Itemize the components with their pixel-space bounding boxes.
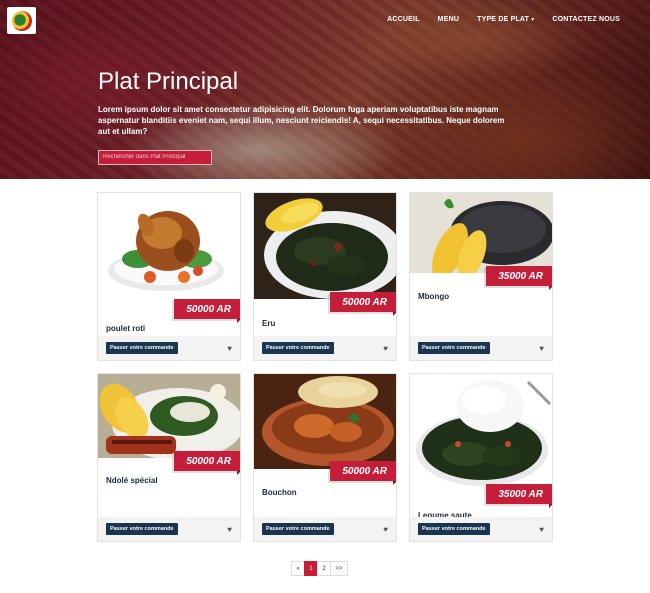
order-button[interactable]: Passer votre commande: [262, 523, 334, 535]
dish-image-eru: [254, 193, 396, 299]
card-footer: Passer votre commande ♥: [254, 336, 396, 360]
price-tag: 50000 AR: [174, 299, 240, 323]
page-title: Plat Principal: [98, 68, 239, 95]
dish-card: 35000 AR Legume saute Passer votre comma…: [409, 373, 553, 542]
dish-card: 50000 AR Eru Passer votre commande ♥: [253, 192, 397, 361]
card-footer: Passer votre commande ♥: [254, 517, 396, 541]
pagination-page-1[interactable]: 1: [304, 561, 318, 576]
hero-description: Lorem ipsum dolor sit amet consectetur a…: [98, 105, 505, 136]
order-button[interactable]: Passer votre commande: [262, 342, 334, 354]
dish-name: Bouchon: [262, 488, 297, 497]
dish-image-legume-saute: [410, 374, 552, 492]
card-footer: Passer votre commande ♥: [98, 517, 240, 541]
pagination-page-2[interactable]: 2: [317, 561, 331, 576]
price-tag: 35000 AR: [486, 266, 552, 290]
dish-image-poulet-roti: [98, 193, 240, 305]
dish-card: 35000 AR Mbongo Passer votre commande ♥: [409, 192, 553, 361]
heart-icon[interactable]: ♥: [383, 344, 388, 353]
heart-icon[interactable]: ♥: [227, 525, 232, 534]
dish-grid: 50000 AR poulet roti Passer votre comman…: [97, 192, 554, 542]
dish-card: 50000 AR poulet roti Passer votre comman…: [97, 192, 241, 361]
nav-menu[interactable]: MENU: [438, 16, 459, 23]
pagination-prev[interactable]: «: [291, 561, 305, 576]
hero-banner: ACCUEIL MENU TYPE DE PLAT ▾ CONTACTEZ NOU…: [0, 0, 650, 179]
nav-contact[interactable]: CONTACTEZ NOUS: [552, 16, 620, 23]
price-tag: 50000 AR: [330, 461, 396, 485]
dish-image-mbongo: [410, 193, 552, 273]
pagination: « 1 2 >>: [291, 561, 348, 576]
dish-card: 50000 AR Ndolé spécial Passer votre comm…: [97, 373, 241, 542]
caret-down-icon: ▾: [531, 17, 535, 23]
africa-globe-icon: [11, 10, 32, 31]
dish-name: Eru: [262, 319, 276, 328]
price-tag: 50000 AR: [174, 451, 240, 475]
dish-name: Mbongo: [418, 292, 450, 301]
pagination-next[interactable]: >>: [330, 561, 348, 576]
dish-image-bouchon: [254, 374, 396, 469]
dish-name: Ndolé spécial: [106, 476, 158, 485]
site-logo[interactable]: [7, 7, 36, 34]
hero-content: Plat Principal Lorem ipsum dolor sit ame…: [98, 68, 518, 165]
order-button[interactable]: Passer votre commande: [418, 342, 490, 354]
order-button[interactable]: Passer votre commande: [106, 523, 178, 535]
order-button[interactable]: Passer votre commande: [418, 523, 490, 535]
nav-type-de-plat-label: TYPE DE PLAT: [477, 16, 530, 23]
price-tag: 35000 AR: [486, 484, 552, 508]
card-footer: Passer votre commande ♥: [410, 517, 552, 541]
search-input[interactable]: [98, 149, 212, 165]
order-button[interactable]: Passer votre commande: [106, 342, 178, 354]
card-footer: Passer votre commande ♥: [98, 336, 240, 360]
dish-card: 50000 AR Bouchon Passer votre commande ♥: [253, 373, 397, 542]
nav-accueil[interactable]: ACCUEIL: [387, 16, 420, 23]
heart-icon[interactable]: ♥: [227, 344, 232, 353]
dish-image-ndole: [98, 374, 240, 458]
card-footer: Passer votre commande ♥: [410, 336, 552, 360]
dish-name: poulet roti: [106, 324, 146, 333]
main-nav: ACCUEIL MENU TYPE DE PLAT ▾ CONTACTEZ NOU…: [387, 16, 620, 23]
price-tag: 50000 AR: [330, 292, 396, 316]
heart-icon[interactable]: ♥: [539, 525, 544, 534]
nav-type-de-plat[interactable]: TYPE DE PLAT ▾: [477, 16, 534, 23]
heart-icon[interactable]: ♥: [383, 525, 388, 534]
heart-icon[interactable]: ♥: [539, 344, 544, 353]
